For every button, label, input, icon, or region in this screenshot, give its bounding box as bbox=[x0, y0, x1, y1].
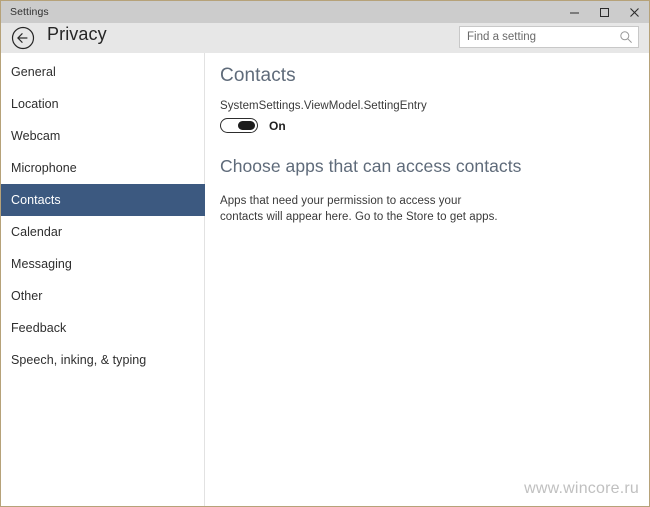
sidebar-item-label: Other bbox=[11, 289, 43, 303]
sidebar-item-webcam[interactable]: Webcam bbox=[1, 120, 204, 152]
section-title: Contacts bbox=[220, 65, 296, 86]
search-input[interactable] bbox=[460, 27, 615, 47]
apps-section-description: Apps that need your permission to access… bbox=[220, 195, 498, 223]
sidebar-item-label: Calendar bbox=[11, 225, 63, 239]
sidebar-item-label: Feedback bbox=[11, 321, 67, 335]
sidebar-item-messaging[interactable]: Messaging bbox=[1, 248, 204, 280]
close-icon bbox=[629, 7, 639, 17]
setting-entry-label: SystemSettings.ViewModel.SettingEntry bbox=[220, 100, 427, 112]
sidebar-item-calendar[interactable]: Calendar bbox=[1, 216, 204, 248]
search-box[interactable] bbox=[459, 26, 639, 48]
sidebar-item-feedback[interactable]: Feedback bbox=[1, 312, 204, 344]
contacts-access-toggle-row: On bbox=[220, 118, 286, 133]
sidebar-item-label: Messaging bbox=[11, 257, 72, 271]
toggle-thumb bbox=[238, 121, 255, 130]
maximize-icon bbox=[599, 7, 609, 17]
title-bar: Settings bbox=[1, 1, 649, 23]
apps-section-heading: Choose apps that can access contacts bbox=[220, 156, 522, 176]
close-button[interactable] bbox=[619, 1, 649, 23]
sidebar-item-location[interactable]: Location bbox=[1, 88, 204, 120]
sidebar-item-label: Contacts bbox=[11, 193, 61, 207]
sidebar-item-label: Microphone bbox=[11, 161, 77, 175]
sidebar-item-contacts[interactable]: Contacts bbox=[1, 184, 205, 216]
page-title: Privacy bbox=[47, 24, 107, 44]
contacts-access-toggle[interactable] bbox=[220, 118, 258, 133]
minimize-button[interactable] bbox=[559, 1, 589, 23]
header-bar: Privacy bbox=[1, 23, 649, 53]
back-arrow-circle-icon bbox=[11, 26, 35, 50]
main-pane: Contacts SystemSettings.ViewModel.Settin… bbox=[206, 53, 649, 506]
sidebar-item-general[interactable]: General bbox=[1, 56, 204, 88]
sidebar-item-speech-inking-typing[interactable]: Speech, inking, & typing bbox=[1, 344, 204, 376]
window-controls bbox=[559, 1, 649, 23]
sidebar-item-label: Location bbox=[11, 97, 59, 111]
settings-window: Settings Privacy Find a setting General … bbox=[0, 0, 650, 507]
window-title: Settings bbox=[10, 6, 49, 18]
sidebar-item-label: Webcam bbox=[11, 129, 61, 143]
toggle-state-label: On bbox=[269, 118, 286, 133]
content-area: General Location Webcam Microphone Conta… bbox=[1, 53, 649, 506]
search-icon bbox=[619, 30, 633, 44]
sidebar-item-microphone[interactable]: Microphone bbox=[1, 152, 204, 184]
sidebar-nav: General Location Webcam Microphone Conta… bbox=[1, 53, 205, 506]
sidebar-item-other[interactable]: Other bbox=[1, 280, 204, 312]
back-button[interactable] bbox=[11, 26, 35, 50]
sidebar-item-label: Speech, inking, & typing bbox=[11, 353, 147, 367]
maximize-button[interactable] bbox=[589, 1, 619, 23]
sidebar-item-label: General bbox=[11, 65, 56, 79]
minimize-icon bbox=[569, 12, 579, 13]
watermark: www.wincore.ru bbox=[524, 480, 639, 497]
